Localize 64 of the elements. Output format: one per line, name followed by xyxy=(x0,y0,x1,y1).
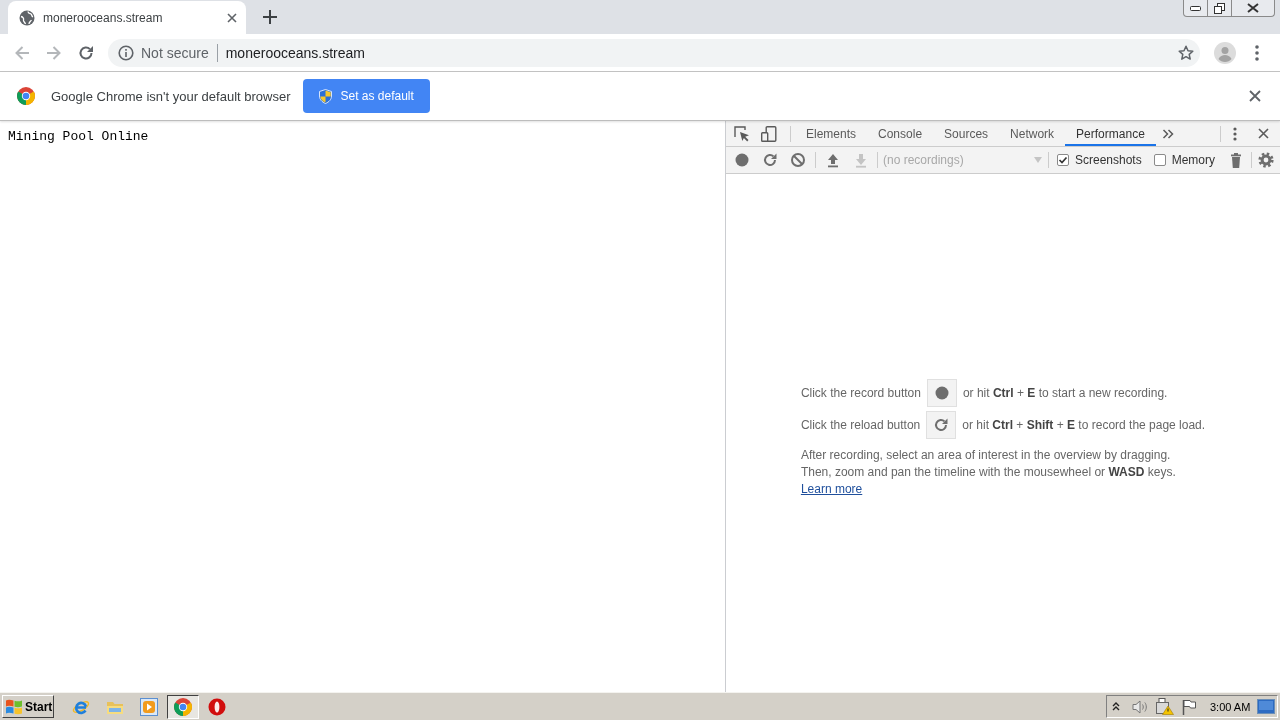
o-logo-icon xyxy=(208,697,226,716)
restore-button[interactable] xyxy=(1208,0,1232,17)
close-icon[interactable] xyxy=(1258,128,1269,139)
taskbar-button[interactable] xyxy=(167,694,199,719)
play-icon xyxy=(140,697,158,716)
flag-icon[interactable] xyxy=(1182,698,1196,715)
shortcut-hint: or hit Ctrl + E to start a new recording. xyxy=(962,385,1168,400)
more-vert-icon[interactable] xyxy=(1233,126,1237,141)
close-icon[interactable] xyxy=(227,12,237,23)
shield-icon xyxy=(319,88,333,104)
trash-icon[interactable] xyxy=(1231,152,1241,168)
hint-text: Click the reload button xyxy=(800,417,921,432)
inspect-element-icon[interactable] xyxy=(734,125,750,142)
chevron-up-icon[interactable] xyxy=(1112,702,1120,711)
dropdown-arrow-icon xyxy=(1034,157,1042,163)
checkbox[interactable] xyxy=(1057,154,1069,166)
more-vert-icon[interactable] xyxy=(1255,44,1259,61)
close-icon xyxy=(1247,3,1259,13)
close-window-button[interactable] xyxy=(1232,0,1275,17)
double-chevron-icon[interactable] xyxy=(1161,127,1174,140)
speaker-icon[interactable] xyxy=(1132,699,1148,714)
browser-tab[interactable]: monerooceans.stream xyxy=(8,1,246,34)
shortcut-hint: or hit Ctrl + Shift + E to record the page load. xyxy=(962,417,1206,432)
reload-icon[interactable] xyxy=(78,44,94,61)
reload-icon xyxy=(934,417,949,432)
address-bar[interactable]: Not secure monerooceans.stream xyxy=(108,38,1200,67)
device-toolbar-icon[interactable] xyxy=(761,125,777,142)
star-icon[interactable] xyxy=(1178,44,1194,61)
checkbox-label[interactable]: Memory xyxy=(1171,153,1216,167)
upload-icon[interactable] xyxy=(825,152,841,168)
minimize-button[interactable] xyxy=(1183,0,1208,17)
panel-tab[interactable]: Console xyxy=(867,121,934,146)
settings-icon[interactable] xyxy=(1258,152,1274,168)
checkbox-label[interactable]: Screenshots xyxy=(1075,153,1142,167)
restore-icon xyxy=(1214,2,1225,14)
close-icon[interactable] xyxy=(1249,90,1261,102)
globe-icon xyxy=(19,9,35,26)
reload-icon[interactable] xyxy=(762,152,778,168)
url-text: monerooceans.stream xyxy=(225,44,365,61)
plus-icon[interactable] xyxy=(263,10,277,24)
infobar-message: Google Chrome isn't your default browser xyxy=(51,88,291,104)
panel-tab[interactable]: Network xyxy=(999,121,1066,146)
clock[interactable]: 3:00 AM xyxy=(1210,700,1251,713)
hint-text: Click the record button xyxy=(800,385,921,400)
security-label[interactable]: Not secure xyxy=(141,44,209,61)
instructions-paragraph: After recording, select an area of interest in the overview by dragging. Then, zoom and pan the timeline with the mousewheel or WASD keys. xyxy=(800,446,1177,481)
reload-button[interactable] xyxy=(926,410,957,439)
clear-icon[interactable] xyxy=(790,152,806,168)
page-text: Mining Pool Online xyxy=(8,129,149,144)
record-button[interactable] xyxy=(926,378,957,407)
browser-logo-icon xyxy=(174,697,192,716)
browser-logo-icon xyxy=(17,87,35,105)
minimize-icon xyxy=(1190,5,1201,11)
record-icon[interactable] xyxy=(734,152,750,168)
info-icon[interactable] xyxy=(118,44,134,61)
learn-more-link[interactable]: Learn more xyxy=(800,480,863,498)
panel-tab[interactable]: Elements xyxy=(795,121,868,146)
record-dot-icon xyxy=(934,385,949,400)
panel-tab[interactable]: Sources xyxy=(933,121,1000,146)
set-default-button[interactable]: Set as default xyxy=(303,79,431,113)
windows-logo-icon xyxy=(5,698,23,715)
network-warning-icon[interactable] xyxy=(1156,698,1174,715)
start-button[interactable]: Start xyxy=(2,695,54,718)
checkbox[interactable] xyxy=(1153,154,1166,166)
